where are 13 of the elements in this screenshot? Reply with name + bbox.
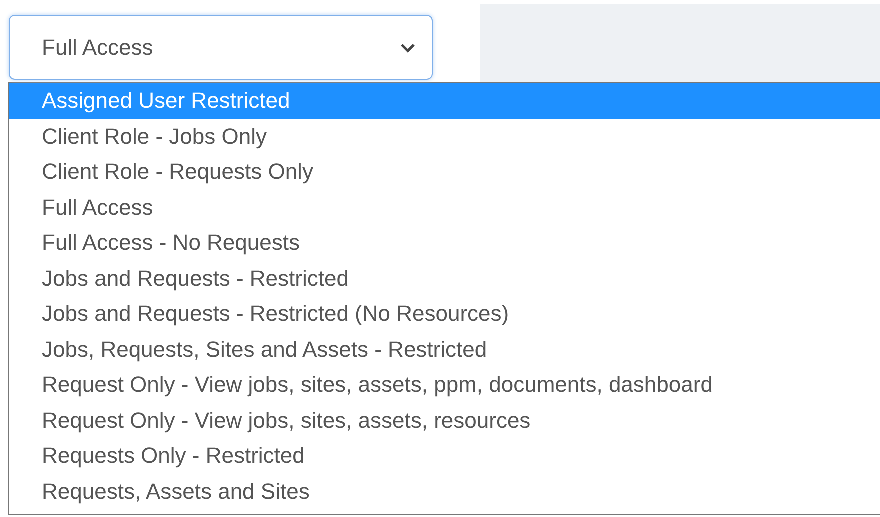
dropdown-option[interactable]: Requests Only - Restricted <box>9 438 880 474</box>
access-select[interactable]: Full Access <box>9 15 433 80</box>
dropdown-option[interactable]: Request Only - View jobs, sites, assets, resources <box>9 402 880 438</box>
dropdown-option[interactable]: Requests, Assets and Sites <box>9 474 880 509</box>
dropdown-option[interactable]: Request Only - View jobs, sites, assets, ppm, documents, dashboard <box>9 367 880 402</box>
chevron-down-icon <box>400 42 416 52</box>
dropdown-option[interactable]: Full Access <box>9 190 880 225</box>
dropdown-option[interactable]: Jobs and Requests - Restricted (No Resources) <box>9 296 880 332</box>
dropdown-option[interactable]: Full Access - No Requests <box>9 225 880 260</box>
dropdown-option[interactable]: Client Role - Jobs Only <box>9 118 880 154</box>
dropdown-option[interactable]: Jobs, Requests, Sites and Assets - Restricted <box>9 332 880 367</box>
dropdown-option[interactable]: Client Role - Requests Only <box>9 154 880 190</box>
dropdown-option[interactable]: Jobs and Requests - Restricted <box>9 260 880 296</box>
